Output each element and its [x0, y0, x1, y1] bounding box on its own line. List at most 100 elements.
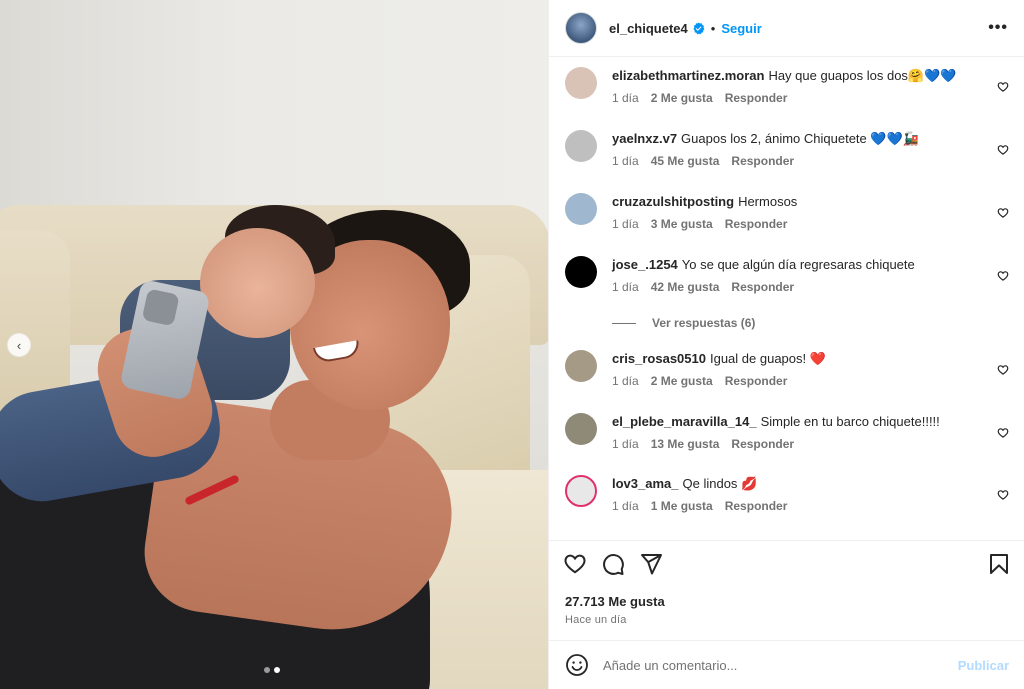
commenter-username[interactable]: yaelnxz.v7: [612, 131, 677, 146]
commenter-avatar[interactable]: [565, 193, 597, 225]
emoji-icon[interactable]: [565, 653, 589, 677]
carousel-indicator: [264, 667, 280, 673]
comment-time: 1 día: [612, 91, 639, 105]
comment-text-line: el_plebe_maravilla_14_ Simple en tu barco…: [612, 413, 1009, 431]
share-icon[interactable]: [639, 552, 663, 576]
commenter-username[interactable]: el_plebe_maravilla_14_: [612, 414, 757, 429]
photo-phone-camera: [141, 288, 180, 327]
post-actions: 27.713 Me gusta Hace un día: [549, 540, 1024, 640]
commenter-avatar[interactable]: [565, 413, 597, 445]
commenter-avatar[interactable]: [565, 350, 597, 382]
heart-icon[interactable]: [563, 552, 587, 576]
reply-button[interactable]: Responder: [725, 217, 788, 231]
comment-meta: 1 día 1 Me gusta Responder: [612, 499, 1009, 513]
comment-item: elizabethmartinez.moran Hay que guapos lo…: [565, 67, 1009, 105]
comment-heart-icon[interactable]: [997, 427, 1009, 439]
comment-likes[interactable]: 1 Me gusta: [651, 499, 713, 513]
follow-button[interactable]: Seguir: [721, 21, 761, 36]
comment-body: el_plebe_maravilla_14_ Simple en tu barco…: [612, 413, 1009, 451]
comment-meta: 1 día 45 Me gusta Responder: [612, 154, 1009, 168]
comment-body: cris_rosas0510 Igual de guapos! ❤️ 1 día 2 …: [612, 350, 1009, 388]
comment-heart-icon[interactable]: [997, 81, 1009, 93]
comment-item: el_plebe_maravilla_14_ Simple en tu barco…: [565, 413, 1009, 451]
comment-likes[interactable]: 2 Me gusta: [651, 374, 713, 388]
comment-meta: 1 día 42 Me gusta Responder: [612, 280, 1009, 294]
carousel-dot-active: [274, 667, 280, 673]
comment-text-line: cruzazulshitposting Hermosos: [612, 193, 1009, 211]
reply-button[interactable]: Responder: [731, 280, 794, 294]
comment-time: 1 día: [612, 374, 639, 388]
comment-likes[interactable]: 45 Me gusta: [651, 154, 720, 168]
comment-meta: 1 día 13 Me gusta Responder: [612, 437, 1009, 451]
commenter-avatar[interactable]: [565, 67, 597, 99]
commenter-username[interactable]: cris_rosas0510: [612, 351, 706, 366]
comment-heart-icon[interactable]: [997, 489, 1009, 501]
commenter-avatar[interactable]: [565, 475, 597, 507]
reply-button[interactable]: Responder: [725, 91, 788, 105]
comment-likes[interactable]: 3 Me gusta: [651, 217, 713, 231]
commenter-username[interactable]: cruzazulshitposting: [612, 194, 734, 209]
comment-heart-icon[interactable]: [997, 144, 1009, 156]
comment-body: cruzazulshitposting Hermosos 1 día 3 Me gus…: [612, 193, 1009, 231]
likes-count[interactable]: 27.713 Me gusta: [565, 594, 665, 609]
carousel-dot: [264, 667, 270, 673]
comment-body: jose_.1254 Yo se que algún día regresaras…: [612, 256, 1009, 294]
comment-time: 1 día: [612, 217, 639, 231]
comment-time: 1 día: [612, 499, 639, 513]
photo-kid-head: [200, 228, 315, 338]
comment-text: Qe lindos 💋: [682, 476, 758, 491]
comment-text: Yo se que algún día regresaras chiquete: [681, 257, 915, 272]
more-horizontal-icon[interactable]: •••: [988, 19, 1008, 37]
comment-heart-icon[interactable]: [997, 364, 1009, 376]
post-photo[interactable]: ‹: [0, 0, 548, 689]
comment-item: jose_.1254 Yo se que algún día regresaras…: [565, 256, 1009, 294]
carousel-prev-button[interactable]: ‹: [7, 333, 31, 357]
reply-button[interactable]: Responder: [725, 499, 788, 513]
comment-likes[interactable]: 13 Me gusta: [651, 437, 720, 451]
bookmark-icon[interactable]: [987, 552, 1011, 576]
comment-item: cris_rosas0510 Igual de guapos! ❤️ 1 día 2 …: [565, 350, 1009, 388]
reply-button[interactable]: Responder: [731, 154, 794, 168]
comment-body: elizabethmartinez.moran Hay que guapos lo…: [612, 67, 1009, 105]
author-username[interactable]: el_chiquete4: [609, 21, 688, 36]
comment-item: cruzazulshitposting Hermosos 1 día 3 Me gus…: [565, 193, 1009, 231]
post-details-panel: el_chiquete4 • Seguir ••• elizabethmarti…: [548, 0, 1024, 689]
post-header: el_chiquete4 • Seguir •••: [549, 0, 1024, 57]
comment-body: lov3_ama_ Qe lindos 💋 1 día 1 Me gusta Respo…: [612, 475, 1009, 513]
comment-text: Simple en tu barco chiquete!!!!!: [760, 414, 940, 429]
comment-text-line: elizabethmartinez.moran Hay que guapos lo…: [612, 67, 1009, 85]
comment-heart-icon[interactable]: [997, 270, 1009, 282]
comment-text: Igual de guapos! ❤️: [709, 351, 826, 366]
view-replies-button[interactable]: Ver respuestas (6): [612, 316, 755, 330]
comment-body: yaelnxz.v7 Guapos los 2, ánimo Chiquetete…: [612, 130, 1009, 168]
view-replies-label: Ver respuestas (6): [652, 316, 756, 330]
action-icons: [563, 552, 663, 576]
comment-input[interactable]: [603, 657, 958, 673]
comment-text: Hermosos: [738, 194, 798, 209]
post-timestamp: Hace un día: [565, 614, 627, 626]
comment-likes[interactable]: 42 Me gusta: [651, 280, 720, 294]
reply-button[interactable]: Responder: [731, 437, 794, 451]
commenter-username[interactable]: lov3_ama_: [612, 476, 679, 491]
commenter-avatar[interactable]: [565, 130, 597, 162]
comment-text-line: jose_.1254 Yo se que algún día regresaras…: [612, 256, 1009, 274]
comment-item: lov3_ama_ Qe lindos 💋 1 día 1 Me gusta Respo…: [565, 475, 1009, 513]
comment-text-line: lov3_ama_ Qe lindos 💋: [612, 475, 1009, 493]
comment-likes[interactable]: 2 Me gusta: [651, 91, 713, 105]
post-comment-button[interactable]: Publicar: [958, 658, 1009, 673]
comment-item: yaelnxz.v7 Guapos los 2, ánimo Chiquetete…: [565, 130, 1009, 168]
replies-divider: [612, 322, 636, 324]
comment-composer: Publicar: [549, 640, 1024, 689]
commenter-avatar[interactable]: [565, 256, 597, 288]
comment-time: 1 día: [612, 154, 639, 168]
comment-meta: 1 día 2 Me gusta Responder: [612, 91, 1009, 105]
comments-list[interactable]: elizabethmartinez.moran Hay que guapos lo…: [549, 57, 1024, 540]
comment-heart-icon[interactable]: [997, 207, 1009, 219]
reply-button[interactable]: Responder: [725, 374, 788, 388]
author-avatar[interactable]: [565, 12, 597, 44]
comment-text: Hay que guapos los dos🤗💙💙: [768, 68, 957, 83]
comment-time: 1 día: [612, 437, 639, 451]
comment-icon[interactable]: [601, 552, 625, 576]
commenter-username[interactable]: jose_.1254: [612, 257, 678, 272]
commenter-username[interactable]: elizabethmartinez.moran: [612, 68, 764, 83]
